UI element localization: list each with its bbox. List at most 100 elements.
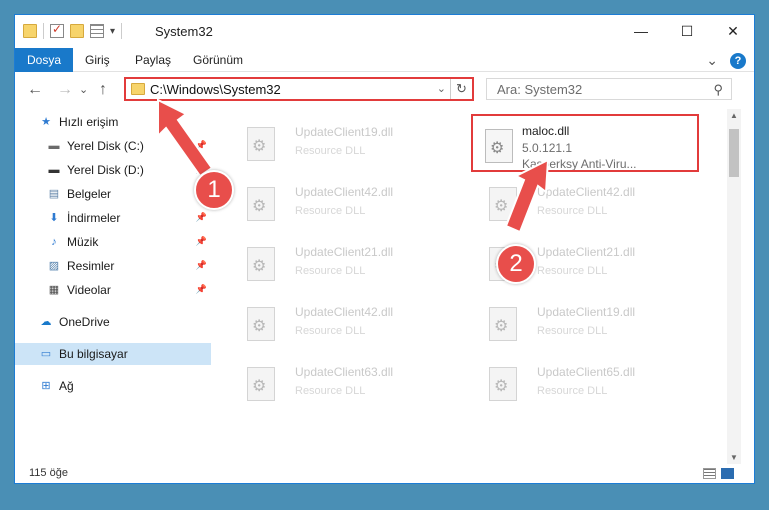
pin-icon[interactable]: 📌 [196, 284, 207, 295]
file-type: Resource DLL [295, 145, 366, 157]
dll-file-icon [247, 367, 275, 401]
step-badge-2: 2 [496, 244, 536, 284]
maximize-button[interactable]: ☐ [664, 15, 710, 47]
documents-icon: ▤ [48, 187, 60, 200]
sidebar-item[interactable]: ⊞ Ağ [15, 375, 211, 397]
pin-icon[interactable]: 📌 [196, 212, 207, 223]
scroll-up-icon[interactable]: ▲ [730, 111, 738, 120]
address-path[interactable]: C:\Windows\System32 [150, 82, 281, 97]
address-row: ← → ⌄ ↑ C:\Windows\System32 ⌄ ↻ Ara: Sys… [15, 73, 754, 105]
drive-icon: ▬ [48, 163, 60, 176]
step-badge-1: 1 [194, 170, 234, 210]
file-name: UpdateClient21.dll [295, 245, 394, 259]
folder-icon [131, 83, 145, 95]
ribbon-right-controls: ⌄ ? [706, 52, 746, 69]
refresh-icon[interactable]: ↻ [450, 79, 472, 99]
dll-file-icon [489, 307, 517, 341]
search-icon[interactable]: ⚲ [713, 82, 723, 98]
file-name: UpdateClient65.dll [537, 365, 636, 379]
dll-file-icon [489, 367, 517, 401]
sidebar-item[interactable]: ▬ Yerel Disk (C:) 📌 [15, 135, 211, 157]
file-item[interactable]: UpdateClient42.dll Resource DLL [229, 179, 444, 235]
address-dropdown-icon[interactable]: ⌄ [437, 82, 446, 95]
sidebar-item-label: Yerel Disk (C:) [67, 139, 144, 153]
file-name: UpdateClient42.dll [537, 185, 636, 199]
sidebar-item-label: Bu bilgisayar [59, 347, 128, 361]
status-bar: 115 öğe [15, 464, 754, 483]
sidebar-item[interactable]: ▦ Videolar 📌 [15, 279, 211, 301]
tab-file[interactable]: Dosya [15, 48, 74, 72]
expand-ribbon-icon[interactable]: ⌄ [706, 52, 718, 69]
customize-toolbar-icon[interactable]: ▾ [110, 26, 115, 37]
search-input[interactable]: Ara: System32 ⚲ [486, 78, 732, 100]
file-item[interactable]: UpdateClient19.dll Resource DLL [229, 119, 444, 175]
sidebar-item[interactable]: ▨ Resimler 📌 [15, 255, 211, 277]
tab-share[interactable]: Paylaş [123, 48, 183, 72]
star-icon: ★ [41, 115, 51, 128]
window-title: System32 [155, 24, 213, 39]
sidebar-item[interactable]: ☁ OneDrive [15, 311, 211, 333]
details-view-icon[interactable] [703, 468, 716, 479]
pin-icon[interactable]: 📌 [196, 140, 207, 151]
file-type: Resource DLL [537, 205, 608, 217]
scrollbar-thumb[interactable] [729, 129, 739, 177]
sidebar-item[interactable]: ▭ Bu bilgisayar [15, 343, 211, 365]
sidebar-item-label: Resimler [67, 259, 115, 273]
new-folder-icon[interactable] [70, 24, 84, 38]
file-type: Resource DLL [295, 205, 366, 217]
music-icon: ♪ [51, 235, 57, 248]
search-placeholder: Ara: System32 [497, 82, 583, 97]
computer-icon: ▭ [40, 347, 52, 360]
tab-view[interactable]: Görünüm [181, 48, 255, 72]
scroll-down-icon[interactable]: ▼ [730, 453, 738, 462]
network-icon: ⊞ [41, 379, 51, 392]
close-button[interactable]: ✕ [710, 15, 754, 47]
forward-arrow-icon[interactable]: → [57, 81, 73, 99]
dll-file-icon [247, 127, 275, 161]
dll-file-icon [247, 247, 275, 281]
file-explorer-window: ▾ System32 — ☐ ✕ Dosya Giriş Paylaş Görü… [14, 14, 755, 484]
file-item[interactable]: UpdateClient21.dll Resource DLL [229, 239, 444, 295]
up-arrow-icon[interactable]: ↑ [99, 81, 107, 99]
file-item[interactable]: UpdateClient65.dll Resource DLL [471, 359, 686, 415]
tab-home[interactable]: Giriş [73, 48, 122, 72]
large-icons-view-icon[interactable] [721, 468, 734, 479]
sidebar-item[interactable]: ♪ Müzik 📌 [15, 231, 211, 253]
quick-access-toolbar: ▾ [23, 22, 123, 39]
file-item[interactable]: UpdateClient42.dll Resource DLL [229, 299, 444, 355]
file-name: UpdateClient63.dll [295, 365, 394, 379]
dll-file-icon [489, 187, 517, 221]
item-count: 115 öğe [29, 467, 68, 479]
sidebar-item-label: Yerel Disk (D:) [67, 163, 144, 177]
dll-file-icon [247, 307, 275, 341]
sidebar-item[interactable]: ▬ Yerel Disk (D:) 📌 [15, 159, 211, 181]
pin-icon[interactable]: 📌 [196, 236, 207, 247]
sidebar-item[interactable]: ▤Belgeler📌 [15, 183, 211, 205]
sidebar-item-label: OneDrive [59, 315, 110, 329]
help-icon[interactable]: ? [730, 52, 746, 69]
folder-icon[interactable] [23, 24, 37, 38]
back-arrow-icon[interactable]: ← [27, 81, 43, 99]
file-type: Resource DLL [537, 385, 608, 397]
file-item[interactable]: UpdateClient42.dll Resource DLL [471, 179, 686, 235]
file-item[interactable]: UpdateClient19.dll Resource DLL [471, 299, 686, 355]
address-bar[interactable]: C:\Windows\System32 ⌄ ↻ [124, 77, 474, 101]
sidebar-item-label: Ağ [59, 379, 74, 393]
drive-icon: ▬ [48, 139, 60, 152]
navigation-pane: ★ Hızlı erişim ▬ Yerel Disk (C:) 📌 ▬ Yerel Dis… [15, 109, 211, 464]
properties-icon[interactable] [90, 24, 104, 38]
sidebar-item-label: Müzik [67, 235, 99, 249]
file-name: UpdateClient42.dll [295, 185, 394, 199]
minimize-button[interactable]: — [618, 15, 664, 47]
sidebar-item[interactable]: ⬇ İndirmeler 📌 [15, 207, 211, 229]
recent-locations-icon[interactable]: ⌄ [79, 83, 88, 96]
pin-icon[interactable]: 📌 [196, 260, 207, 271]
file-item[interactable]: UpdateClient63.dll Resource DLL [229, 359, 444, 415]
sidebar-item-label: İndirmeler [67, 211, 121, 225]
file-type: Resource DLL [537, 265, 608, 277]
download-icon: ⬇ [49, 211, 59, 224]
properties-check-icon[interactable] [50, 22, 64, 38]
vertical-scrollbar[interactable]: ▲ ▼ [727, 109, 741, 464]
sidebar-item[interactable]: ★ Hızlı erişim [15, 111, 211, 133]
sidebar-item-label: Videolar [67, 283, 111, 297]
